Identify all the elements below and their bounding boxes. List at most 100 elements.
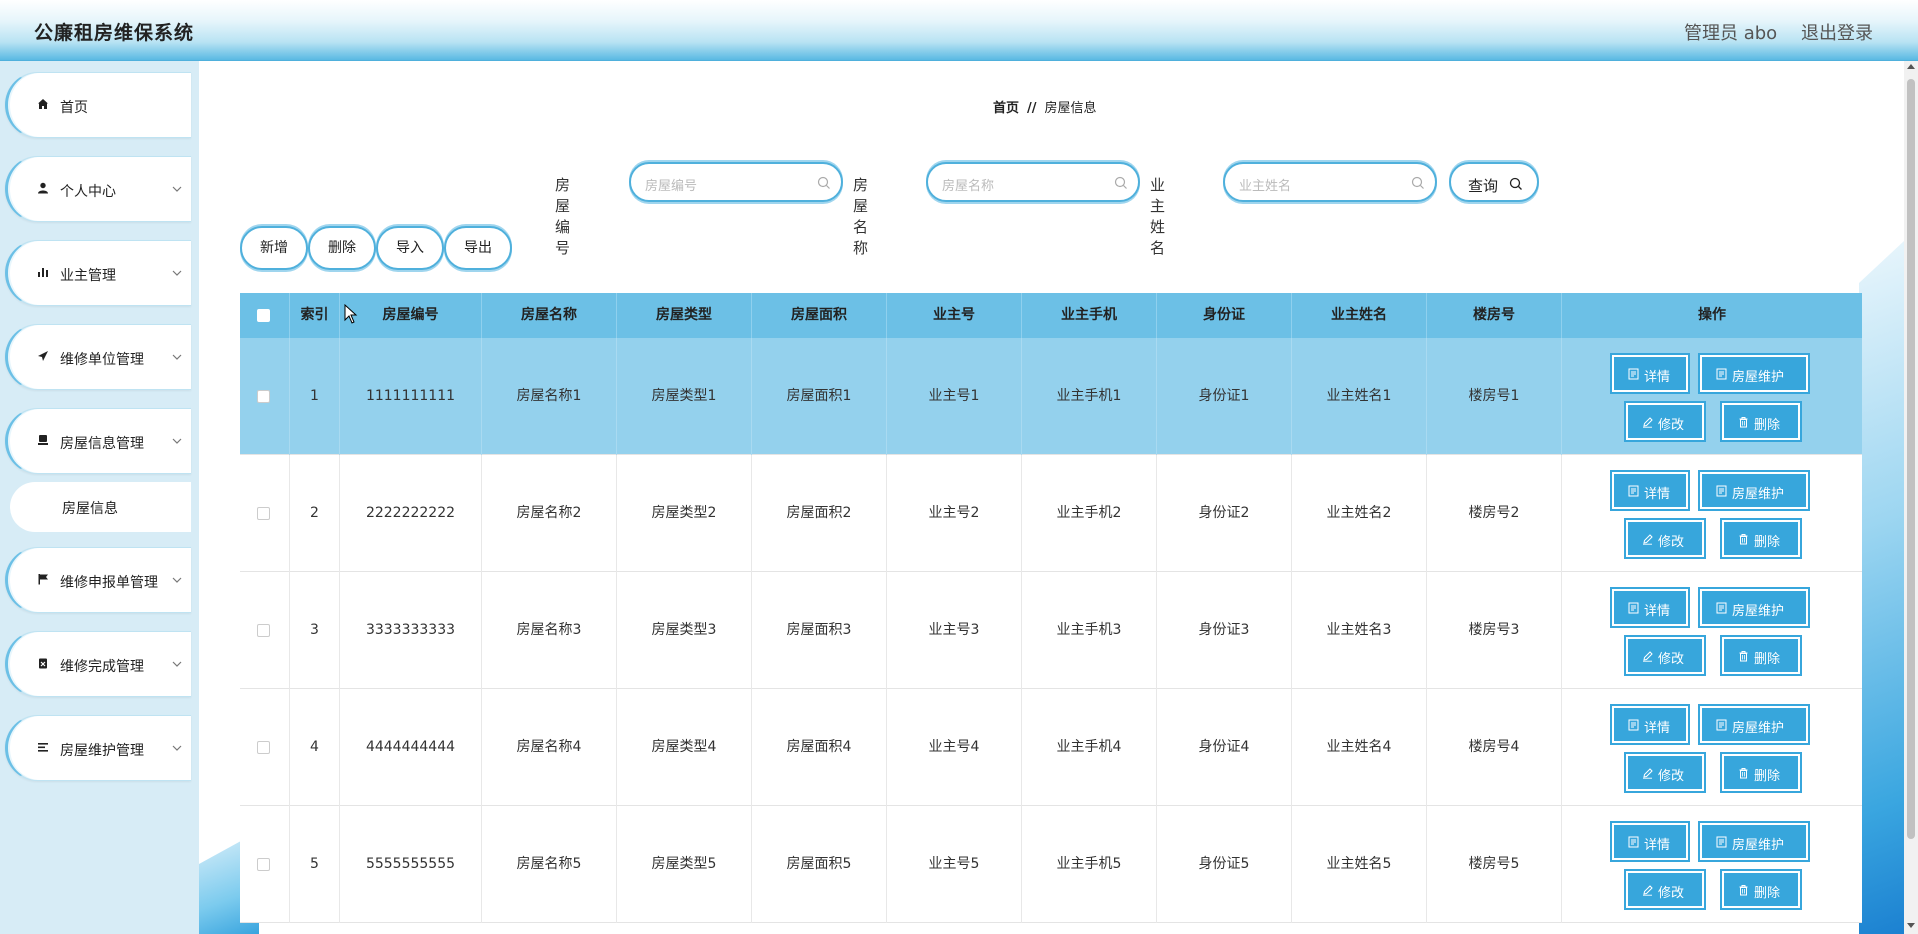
table-cell: 楼房号3 (1427, 572, 1562, 689)
row-checkbox[interactable] (257, 390, 270, 403)
edit-button[interactable]: 修改 (1624, 401, 1706, 442)
sidebar-item-label: 房屋维护管理 (60, 743, 144, 759)
batch-delete-button[interactable]: 删除 (308, 226, 376, 270)
document-icon (1716, 368, 1727, 380)
select-all-checkbox[interactable] (257, 309, 270, 322)
house-maintain-button[interactable]: 房屋维护 (1698, 704, 1810, 745)
table-cell: 楼房号4 (1427, 689, 1562, 806)
trash-icon (1739, 768, 1748, 779)
row-delete-button[interactable]: 删除 (1720, 518, 1802, 559)
import-button[interactable]: 导入 (376, 226, 444, 270)
table-cell: 楼房号5 (1427, 806, 1562, 923)
table-cell: 3333333333 (340, 572, 482, 689)
trash-icon (1739, 534, 1748, 545)
edit-button-label: 修改 (1658, 418, 1685, 433)
table-cell: 房屋面积1 (752, 338, 887, 455)
table-cell: 业主号4 (887, 689, 1022, 806)
row-select-cell (240, 455, 290, 572)
row-checkbox[interactable] (257, 624, 270, 637)
scroll-up-arrow[interactable] (1907, 64, 1915, 69)
scroll-down-arrow[interactable] (1907, 923, 1915, 928)
sidebar-item-house-maintenance-management[interactable]: 房屋维护管理 (5, 715, 191, 781)
house-name-search-input[interactable]: 房屋名称 (926, 162, 1140, 202)
sidebar-item-repair-complete-management[interactable]: 维修完成管理 (5, 631, 191, 697)
search-icon (1114, 176, 1127, 189)
sidebar-item-repair-unit-management[interactable]: 维修单位管理 (5, 324, 191, 390)
house-number-search-input[interactable]: 房屋编号 (629, 162, 843, 202)
query-button[interactable]: 查询 (1449, 162, 1539, 202)
sidebar-subitem-label: 房屋信息 (62, 501, 118, 517)
edit-icon (1643, 885, 1653, 896)
row-delete-button[interactable]: 删除 (1720, 869, 1802, 910)
export-button-label: 导出 (464, 240, 492, 256)
detail-button[interactable]: 详情 (1610, 821, 1690, 862)
table-cell: 3 (290, 572, 340, 689)
table-cell: 楼房号1 (1427, 338, 1562, 455)
row-actions: 详情 房屋维护修改 删除 (1562, 572, 1862, 689)
bar-chart-icon (35, 266, 51, 282)
table-cell: 2222222222 (340, 455, 482, 572)
sidebar-item-repair-report-management[interactable]: 维修申报单管理 (5, 547, 191, 613)
export-button[interactable]: 导出 (444, 226, 512, 270)
row-checkbox[interactable] (257, 741, 270, 754)
house-maintain-button-label: 房屋维护 (1732, 487, 1785, 502)
add-button[interactable]: 新增 (240, 226, 308, 270)
table-cell: 房屋名称2 (482, 455, 617, 572)
table-row[interactable]: 1 1111111111 房屋名称1 房屋类型1 房屋面积1 业主号1 业主手机1 身份证1 业… (240, 338, 1862, 455)
table-cell: 房屋类型4 (617, 689, 752, 806)
house-maintain-button[interactable]: 房屋维护 (1698, 587, 1810, 628)
row-checkbox[interactable] (257, 507, 270, 520)
table-row[interactable]: 2 2222222222 房屋名称2 房屋类型2 房屋面积2 业主号2 业主手机2 身份证2 业… (240, 455, 1862, 572)
row-select-cell (240, 572, 290, 689)
clipboard-icon (35, 657, 51, 673)
detail-button[interactable]: 详情 (1610, 704, 1690, 745)
input-placeholder: 业主姓名 (1239, 179, 1292, 194)
logout-link[interactable]: 退出登录 (1801, 19, 1873, 45)
breadcrumb-home[interactable]: 首页 (993, 101, 1019, 116)
house-maintain-button-label: 房屋维护 (1732, 370, 1785, 385)
owner-name-search-input[interactable]: 业主姓名 (1223, 162, 1437, 202)
sidebar-subitem-house-info[interactable]: 房屋信息 (10, 482, 191, 532)
table-row[interactable]: 3 3333333333 房屋名称3 房屋类型3 房屋面积3 业主号3 业主手机3 身份证3 业… (240, 572, 1862, 689)
house-maintain-button[interactable]: 房屋维护 (1698, 821, 1810, 862)
row-delete-button[interactable]: 删除 (1720, 401, 1802, 442)
table-row[interactable]: 4 4444444444 房屋名称4 房屋类型4 房屋面积4 业主号4 业主手机4 身份证4 业… (240, 689, 1862, 806)
house-maintain-button-label: 房屋维护 (1732, 838, 1785, 853)
row-checkbox[interactable] (257, 858, 270, 871)
send-icon (35, 350, 51, 366)
table-header: 房屋编号 (340, 293, 482, 338)
document-icon (1716, 836, 1727, 848)
edit-button[interactable]: 修改 (1624, 635, 1706, 676)
row-select-cell (240, 806, 290, 923)
document-icon (1628, 719, 1639, 731)
table-row[interactable]: 5 5555555555 房屋名称5 房屋类型5 房屋面积5 业主号5 业主手机5 身份证5 业… (240, 806, 1862, 923)
table-header: 业主手机 (1022, 293, 1157, 338)
vertical-scrollbar[interactable] (1904, 61, 1918, 934)
edit-button[interactable]: 修改 (1624, 752, 1706, 793)
scroll-thumb[interactable] (1907, 79, 1915, 839)
row-delete-button[interactable]: 删除 (1720, 635, 1802, 676)
edit-button[interactable]: 修改 (1624, 518, 1706, 559)
row-actions: 详情 房屋维护修改 删除 (1562, 455, 1862, 572)
row-delete-button[interactable]: 删除 (1720, 752, 1802, 793)
breadcrumb-separator: // (1027, 101, 1037, 116)
detail-button-label: 详情 (1644, 370, 1671, 385)
sidebar-item-label: 个人中心 (60, 184, 116, 200)
house-maintain-button[interactable]: 房屋维护 (1698, 470, 1810, 511)
detail-button[interactable]: 详情 (1610, 470, 1690, 511)
table-cell: 房屋类型3 (617, 572, 752, 689)
table-cell: 业主姓名2 (1292, 455, 1427, 572)
detail-button[interactable]: 详情 (1610, 353, 1690, 394)
edit-button[interactable]: 修改 (1624, 869, 1706, 910)
table-cell: 2 (290, 455, 340, 572)
table-cell: 房屋面积3 (752, 572, 887, 689)
row-delete-button-label: 删除 (1754, 886, 1781, 901)
sidebar-item-owner-management[interactable]: 业主管理 (5, 240, 191, 306)
detail-button[interactable]: 详情 (1610, 587, 1690, 628)
search-label-house-name: 房屋名称 (853, 176, 869, 257)
search-icon (817, 176, 830, 189)
sidebar-item-house-info-management[interactable]: 房屋信息管理 (5, 408, 191, 474)
sidebar-item-personal-center[interactable]: 个人中心 (5, 156, 191, 222)
house-maintain-button[interactable]: 房屋维护 (1698, 353, 1810, 394)
sidebar-item-home[interactable]: 首页 (5, 72, 191, 138)
